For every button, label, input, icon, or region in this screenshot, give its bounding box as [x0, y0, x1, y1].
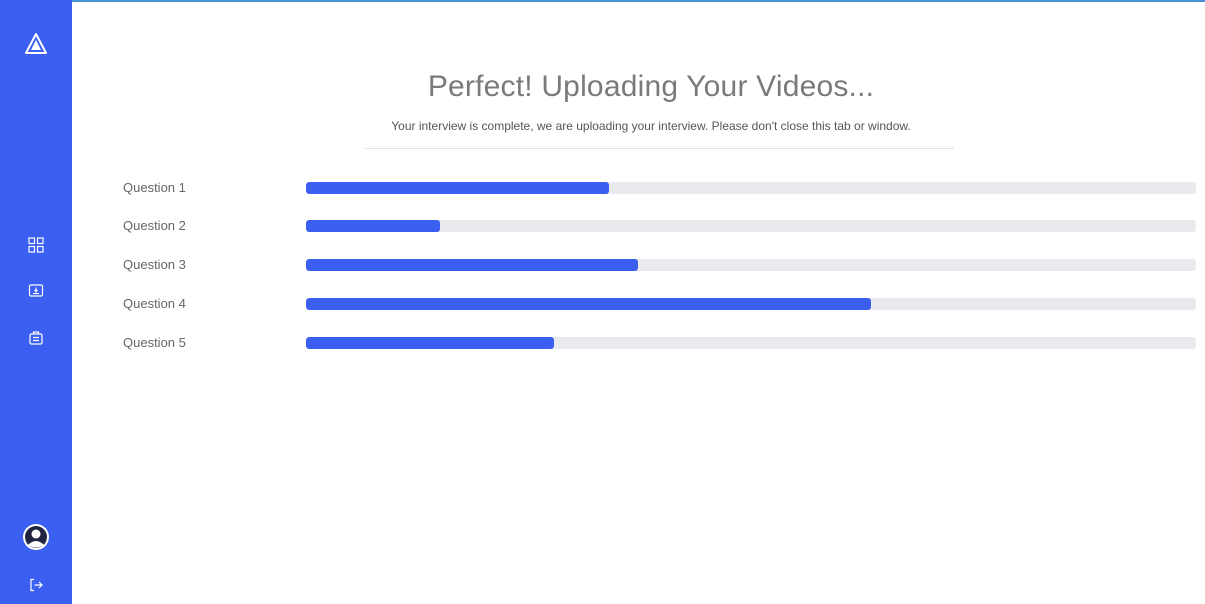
- upload-progress-bar: [306, 259, 1196, 271]
- header-divider: [365, 148, 954, 149]
- question-label: Question 3: [123, 257, 186, 272]
- upload-progress-fill: [306, 259, 638, 271]
- question-row: Question 1: [72, 180, 1205, 196]
- question-row: Question 5: [72, 335, 1205, 351]
- upload-progress-fill: [306, 182, 609, 194]
- page-title: Perfect! Uploading Your Videos...: [427, 70, 875, 103]
- user-avatar-icon[interactable]: [0, 520, 72, 554]
- upload-progress-fill: [306, 298, 872, 310]
- question-label: Question 4: [123, 296, 186, 311]
- upload-progress-bar: [306, 220, 1196, 232]
- question-label: Question 1: [123, 180, 186, 195]
- question-row: Question 2: [72, 218, 1205, 234]
- question-row: Question 3: [72, 257, 1205, 273]
- upload-progress-bar: [306, 182, 1196, 194]
- upload-progress-fill: [306, 220, 440, 232]
- question-label: Question 5: [123, 335, 186, 350]
- briefcase-icon[interactable]: [0, 325, 72, 351]
- page-subtitle: Your interview is complete, we are uploa…: [391, 119, 911, 133]
- question-row: Question 4: [72, 296, 1205, 312]
- sidebar: [0, 0, 72, 604]
- upload-progress-bar: [306, 298, 1196, 310]
- monitor-icon[interactable]: [0, 278, 72, 304]
- dashboard-grid-icon[interactable]: [0, 232, 72, 258]
- logout-icon[interactable]: [0, 574, 72, 596]
- upload-progress-fill: [306, 337, 555, 349]
- question-label: Question 2: [123, 218, 186, 233]
- main-content: Perfect! Uploading Your Videos... Your i…: [72, 0, 1205, 604]
- app-root: Perfect! Uploading Your Videos... Your i…: [0, 0, 1205, 604]
- triangle-logo-icon[interactable]: [0, 28, 72, 60]
- upload-progress-bar: [306, 337, 1196, 349]
